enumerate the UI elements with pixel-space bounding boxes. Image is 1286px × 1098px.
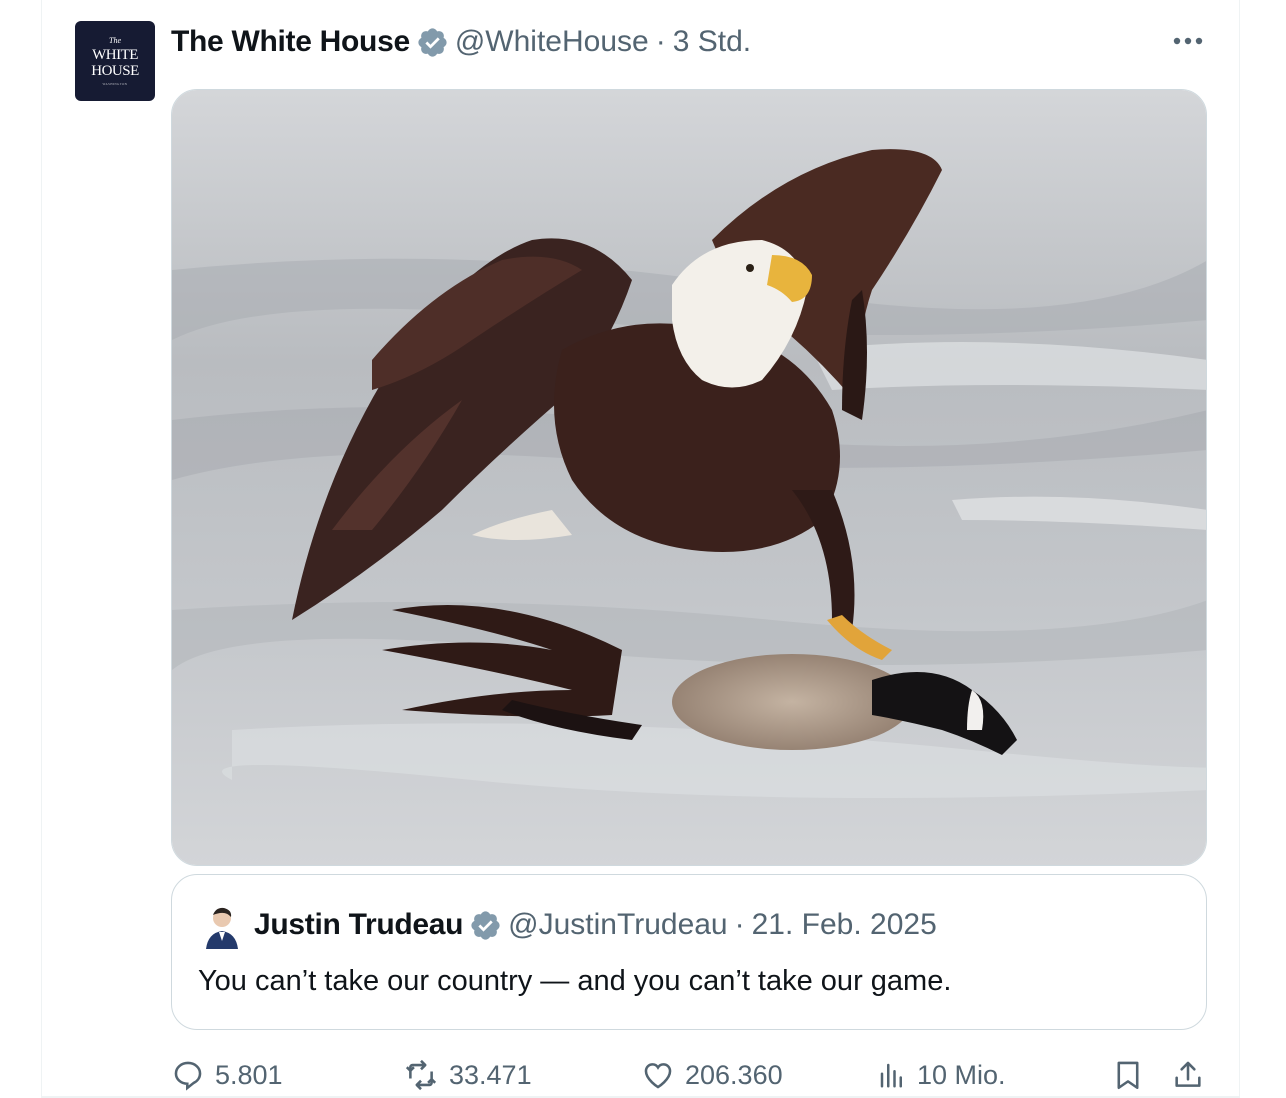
tweet-header: The White House @WhiteHouse · 3 Std. [171,22,751,62]
avatar-text-the: The [109,35,121,45]
quoted-tweet-header: Justin Trudeau @JustinTrudeau · 21. Feb.… [254,905,937,945]
more-options-icon[interactable] [1168,28,1208,54]
quoted-tweet-card[interactable]: Justin Trudeau @JustinTrudeau · 21. Feb.… [171,874,1207,1030]
quoted-tweet-text: You can’t take our country — and you can… [198,965,952,997]
author-name[interactable]: The White House [171,25,410,59]
quoted-author-name[interactable]: Justin Trudeau [254,908,463,942]
tweet-timestamp[interactable]: 3 Std. [673,25,751,59]
repost-icon [405,1059,437,1091]
reply-button[interactable]: 5.801 [171,1058,283,1092]
author-avatar[interactable]: The WHITE HOUSE WASHINGTON [75,21,155,101]
separator-dot: · [734,908,745,941]
bookmark-button[interactable] [1111,1058,1155,1092]
share-icon [1175,1061,1201,1087]
reply-icon [174,1061,202,1091]
like-count: 206.360 [685,1059,783,1090]
avatar-text-white: WHITE [92,46,138,63]
bookmark-icon [1117,1061,1139,1090]
author-handle[interactable]: @WhiteHouse [455,25,649,59]
heart-icon [644,1063,672,1089]
reply-count: 5.801 [215,1059,283,1090]
like-button[interactable]: 206.360 [641,1058,783,1092]
avatar-text-house: HOUSE [91,62,139,79]
verified-badge-icon [418,27,447,57]
avatar-text-washington: WASHINGTON [102,81,128,86]
eagle-goose-photo [172,90,1206,865]
view-count: 10 Mio. [917,1059,1006,1090]
verified-badge-icon [471,910,500,940]
repost-count: 33.471 [449,1059,532,1090]
quoted-author-avatar[interactable] [202,905,242,949]
views-chart-icon [880,1063,902,1088]
tweet-media-image[interactable] [171,89,1207,866]
views-button[interactable]: 10 Mio. [877,1058,1006,1092]
share-button[interactable] [1171,1058,1215,1092]
quoted-author-handle[interactable]: @JustinTrudeau [508,908,727,942]
repost-button[interactable]: 33.471 [403,1058,532,1092]
quoted-tweet-date[interactable]: 21. Feb. 2025 [752,908,937,942]
tweet-action-bar: 5.801 33.471 206.360 10 Mio. [171,1054,1211,1098]
separator-dot: · [655,25,666,58]
